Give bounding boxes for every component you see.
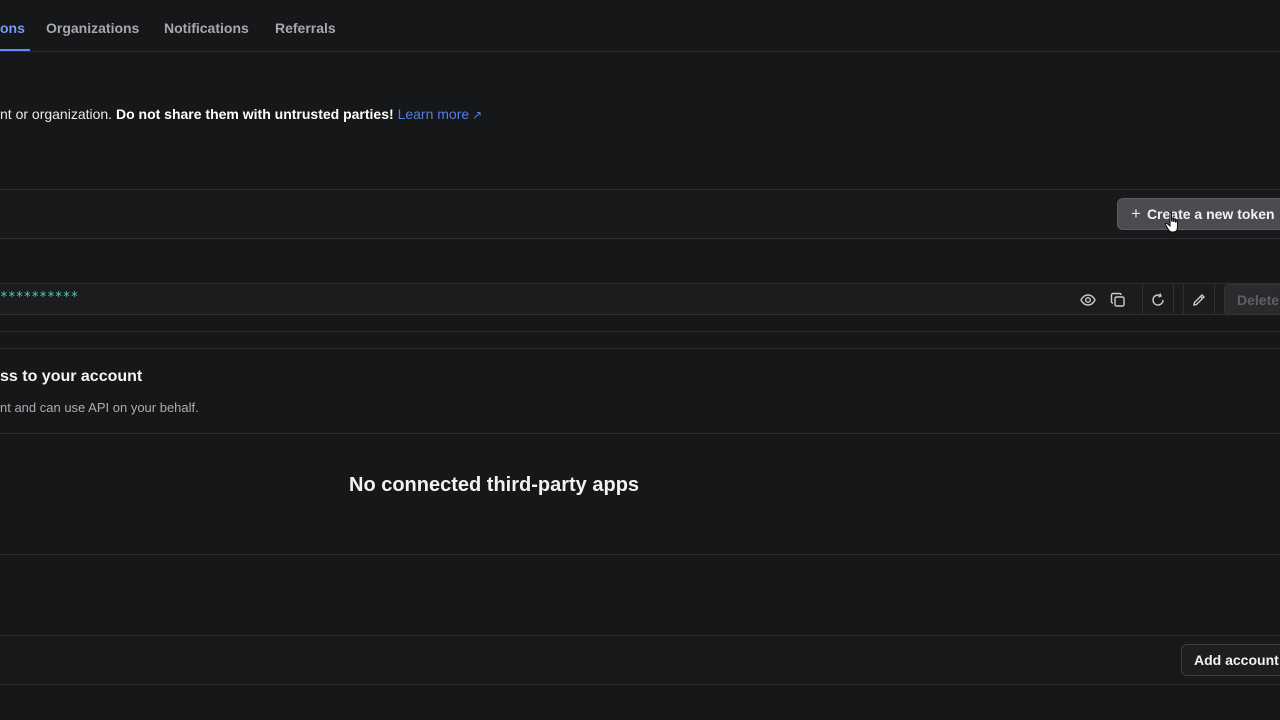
edit-icon — [1193, 293, 1205, 306]
tokens-header — [0, 189, 1280, 239]
regenerate-token-button[interactable] — [1142, 284, 1174, 315]
external-link-icon: ↗ — [472, 108, 483, 122]
create-token-button[interactable]: + Create a new token — [1117, 198, 1280, 230]
apps-empty-state — [0, 433, 1280, 555]
tab-notifications[interactable]: Notifications — [164, 20, 249, 36]
delete-token-button[interactable]: Delete — [1224, 284, 1280, 315]
warning-text: nt or organization. — [0, 106, 116, 122]
section-divider — [0, 348, 1280, 349]
accounts-header — [0, 635, 1280, 685]
apps-section-subtitle: nt and can use API on your behalf. — [0, 400, 199, 415]
token-warning: nt or organization. Do not share them wi… — [0, 106, 482, 122]
empty-state-text: No connected third-party apps — [349, 474, 640, 496]
apps-section-title: ss to your account — [0, 368, 143, 385]
settings-tabs: ons Organizations Notifications Referral… — [0, 0, 1280, 52]
copy-token-button[interactable] — [1102, 284, 1134, 315]
plus-icon: + — [1131, 204, 1141, 223]
tab-sessions[interactable]: ons — [0, 20, 25, 36]
copy-icon — [1110, 292, 1125, 307]
warning-bold-text: Do not share them with untrusted parties… — [115, 106, 394, 122]
hand-cursor-icon — [1164, 211, 1179, 233]
settings-page: ons Organizations Notifications Referral… — [0, 0, 1280, 720]
active-tab-indicator — [0, 49, 30, 51]
section-divider — [0, 331, 1280, 332]
tab-organizations[interactable]: Organizations — [46, 20, 139, 36]
regenerate-icon — [1152, 292, 1164, 306]
show-token-button[interactable] — [1072, 284, 1104, 315]
tab-referrals[interactable]: Referrals — [275, 20, 336, 36]
learn-more-link[interactable]: Learn more ↗ — [398, 106, 483, 122]
token-value: ********** — [0, 290, 79, 305]
eye-icon — [1080, 293, 1096, 306]
edit-token-button[interactable] — [1183, 284, 1215, 315]
add-account-button[interactable]: Add account — [1181, 644, 1280, 676]
